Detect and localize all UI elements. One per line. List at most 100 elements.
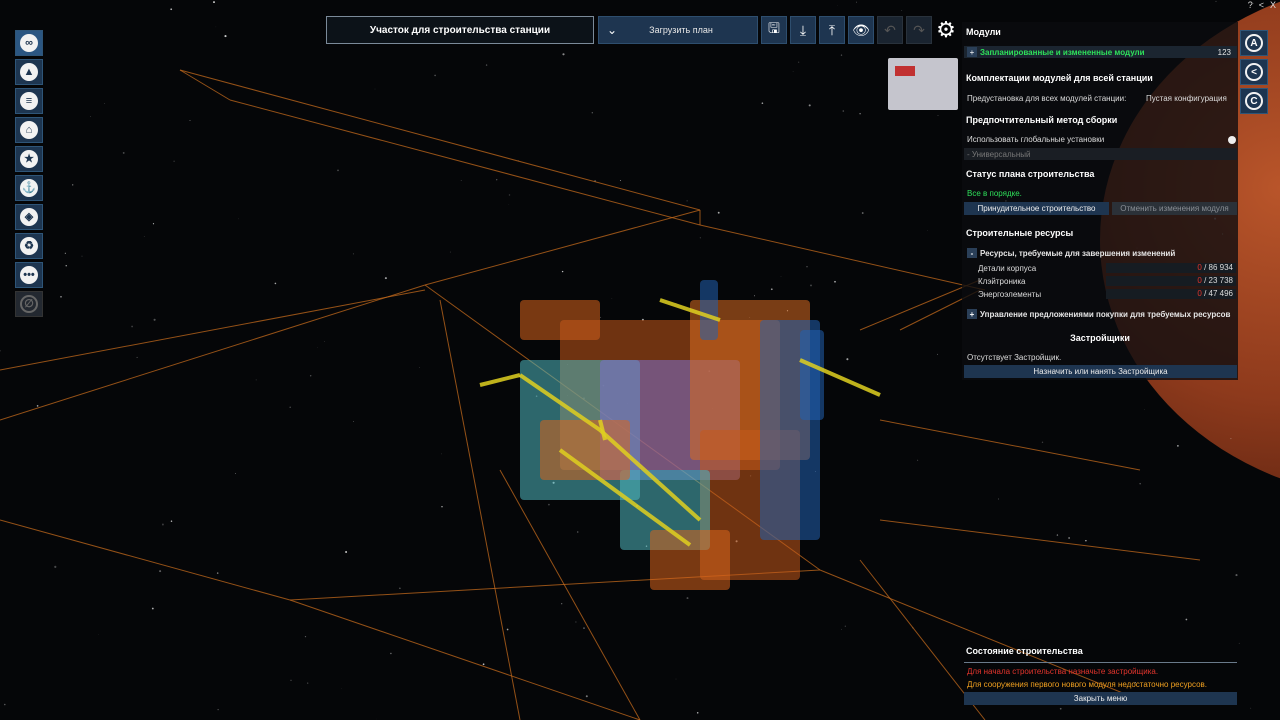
left-toolbar-button[interactable]: ▲ bbox=[15, 59, 43, 85]
resource-total: / 47 496 bbox=[1204, 289, 1233, 298]
star bbox=[317, 347, 318, 348]
star bbox=[600, 316, 602, 318]
star bbox=[1144, 409, 1145, 410]
revert-changes-button[interactable]: Отменить изменения модуля bbox=[1112, 202, 1237, 215]
star bbox=[213, 1, 215, 4]
import-icon: ⤓ bbox=[799, 21, 807, 38]
star bbox=[441, 453, 442, 455]
back-icon[interactable]: < bbox=[1259, 0, 1264, 10]
star bbox=[937, 353, 938, 355]
star bbox=[1230, 438, 1232, 440]
left-toolbar-button[interactable]: ∞ bbox=[15, 30, 43, 56]
star bbox=[122, 151, 125, 154]
plot-wireframe-line bbox=[0, 284, 426, 421]
buy-offers-row[interactable]: + Управление предложениями покупки для т… bbox=[964, 308, 1237, 320]
redo-button[interactable]: ↷ bbox=[906, 16, 932, 44]
close-menu-button[interactable]: Закрыть меню bbox=[964, 692, 1237, 705]
resource-current: 0 bbox=[1197, 289, 1202, 298]
export-button[interactable]: ⤒ bbox=[819, 16, 845, 44]
planned-modules-row[interactable]: + Запланированные и измененные модули 12… bbox=[964, 46, 1237, 58]
star bbox=[90, 116, 91, 117]
save-button[interactable]: 🖫 bbox=[761, 16, 787, 44]
right-toolbar-button[interactable]: < bbox=[1240, 59, 1268, 85]
star bbox=[770, 288, 773, 291]
star bbox=[754, 295, 755, 297]
resource-total: / 23 738 bbox=[1204, 276, 1233, 285]
star bbox=[65, 265, 67, 267]
left-toolbar-button[interactable]: ◈ bbox=[15, 204, 43, 230]
undo-icon: ↶ bbox=[884, 21, 896, 38]
expand-icon[interactable]: + bbox=[967, 309, 977, 319]
map-icon: ▲ bbox=[20, 63, 38, 81]
star bbox=[170, 520, 173, 522]
station-build-panel: Модули + Запланированные и измененные мо… bbox=[962, 22, 1238, 380]
share-icon: < bbox=[1245, 63, 1263, 81]
star bbox=[449, 251, 451, 253]
expand-icon[interactable]: + bbox=[967, 47, 977, 57]
help-icon[interactable]: ? bbox=[1248, 0, 1253, 10]
star bbox=[591, 112, 593, 114]
list-icon: ≡ bbox=[20, 92, 38, 110]
left-toolbar-button[interactable]: ≡ bbox=[15, 88, 43, 114]
plot-wireframe-line bbox=[229, 99, 701, 226]
plan-status-header: Статус плана строительства bbox=[966, 169, 1095, 179]
settings-button[interactable]: ⚙ bbox=[932, 16, 960, 44]
left-toolbar-button[interactable]: ⚓ bbox=[15, 175, 43, 201]
left-toolbar-button[interactable]: ∅ bbox=[15, 291, 43, 317]
star bbox=[548, 503, 550, 506]
eye-button[interactable]: 👁 bbox=[848, 16, 874, 44]
star bbox=[131, 325, 133, 328]
method-value: - Универсальный bbox=[967, 149, 1031, 159]
station-overview-icon: ∞ bbox=[20, 34, 38, 52]
gear-icon: ⚙ bbox=[936, 17, 956, 42]
plot-title[interactable]: Участок для строительства станции bbox=[326, 16, 594, 44]
right-toolbar-button[interactable]: A bbox=[1240, 30, 1268, 56]
star bbox=[72, 184, 74, 186]
close-icon[interactable]: X bbox=[1270, 0, 1276, 10]
star bbox=[143, 236, 145, 237]
force-build-button[interactable]: Принудительное строительство bbox=[964, 202, 1109, 215]
left-toolbar-button[interactable]: ⌂ bbox=[15, 117, 43, 143]
collapse-icon[interactable]: - bbox=[967, 248, 977, 258]
loadouts-header: Комплектации модулей для всей станции bbox=[966, 73, 1153, 83]
assign-builder-button[interactable]: Назначить или нанять Застройщика bbox=[964, 365, 1237, 378]
star bbox=[561, 270, 564, 273]
resources-header: Строительные ресурсы bbox=[966, 228, 1074, 238]
use-global-checkbox[interactable] bbox=[1228, 136, 1236, 144]
star bbox=[717, 211, 720, 214]
planned-modules-count: 123 bbox=[1217, 47, 1231, 57]
star bbox=[856, 1, 857, 3]
star bbox=[686, 597, 689, 600]
window-controls: ? < X bbox=[1248, 0, 1276, 10]
plot-wireframe-line bbox=[439, 299, 521, 720]
preset-dropdown[interactable]: Пустая конфигурация bbox=[1146, 94, 1227, 103]
left-toolbar-button[interactable]: ★ bbox=[15, 146, 43, 172]
method-dropdown[interactable]: - Универсальный bbox=[964, 148, 1237, 160]
star bbox=[998, 498, 999, 500]
plot-wireframe-line bbox=[0, 519, 291, 601]
left-toolbar-button[interactable]: ••• bbox=[15, 262, 43, 288]
star bbox=[1176, 444, 1179, 447]
star bbox=[842, 110, 845, 112]
star bbox=[844, 625, 846, 627]
star bbox=[255, 379, 257, 381]
star bbox=[337, 169, 339, 172]
resource-name: Детали корпуса bbox=[978, 263, 1037, 273]
modules-header: Модули bbox=[966, 27, 1001, 37]
resources-required-row[interactable]: - Ресурсы, требуемые для завершения изме… bbox=[964, 247, 1237, 259]
status-header: Состояние строительства bbox=[966, 646, 1083, 656]
star bbox=[54, 565, 57, 568]
star bbox=[460, 179, 462, 181]
export-icon: ⤒ bbox=[828, 21, 836, 38]
load-plan-dropdown[interactable]: ⌄ Загрузить план bbox=[598, 16, 758, 44]
resources-required-label: Ресурсы, требуемые для завершения измене… bbox=[980, 248, 1176, 258]
left-toolbar-button[interactable]: ♻ bbox=[15, 233, 43, 259]
import-button[interactable]: ⤓ bbox=[790, 16, 816, 44]
right-toolbar-button[interactable]: C bbox=[1240, 88, 1268, 114]
star-icon: ★ bbox=[20, 150, 38, 168]
plot-wireframe-line bbox=[499, 469, 641, 720]
undo-button[interactable]: ↶ bbox=[877, 16, 903, 44]
star bbox=[384, 277, 387, 280]
plot-wireframe-line bbox=[424, 209, 701, 286]
star bbox=[675, 678, 677, 680]
